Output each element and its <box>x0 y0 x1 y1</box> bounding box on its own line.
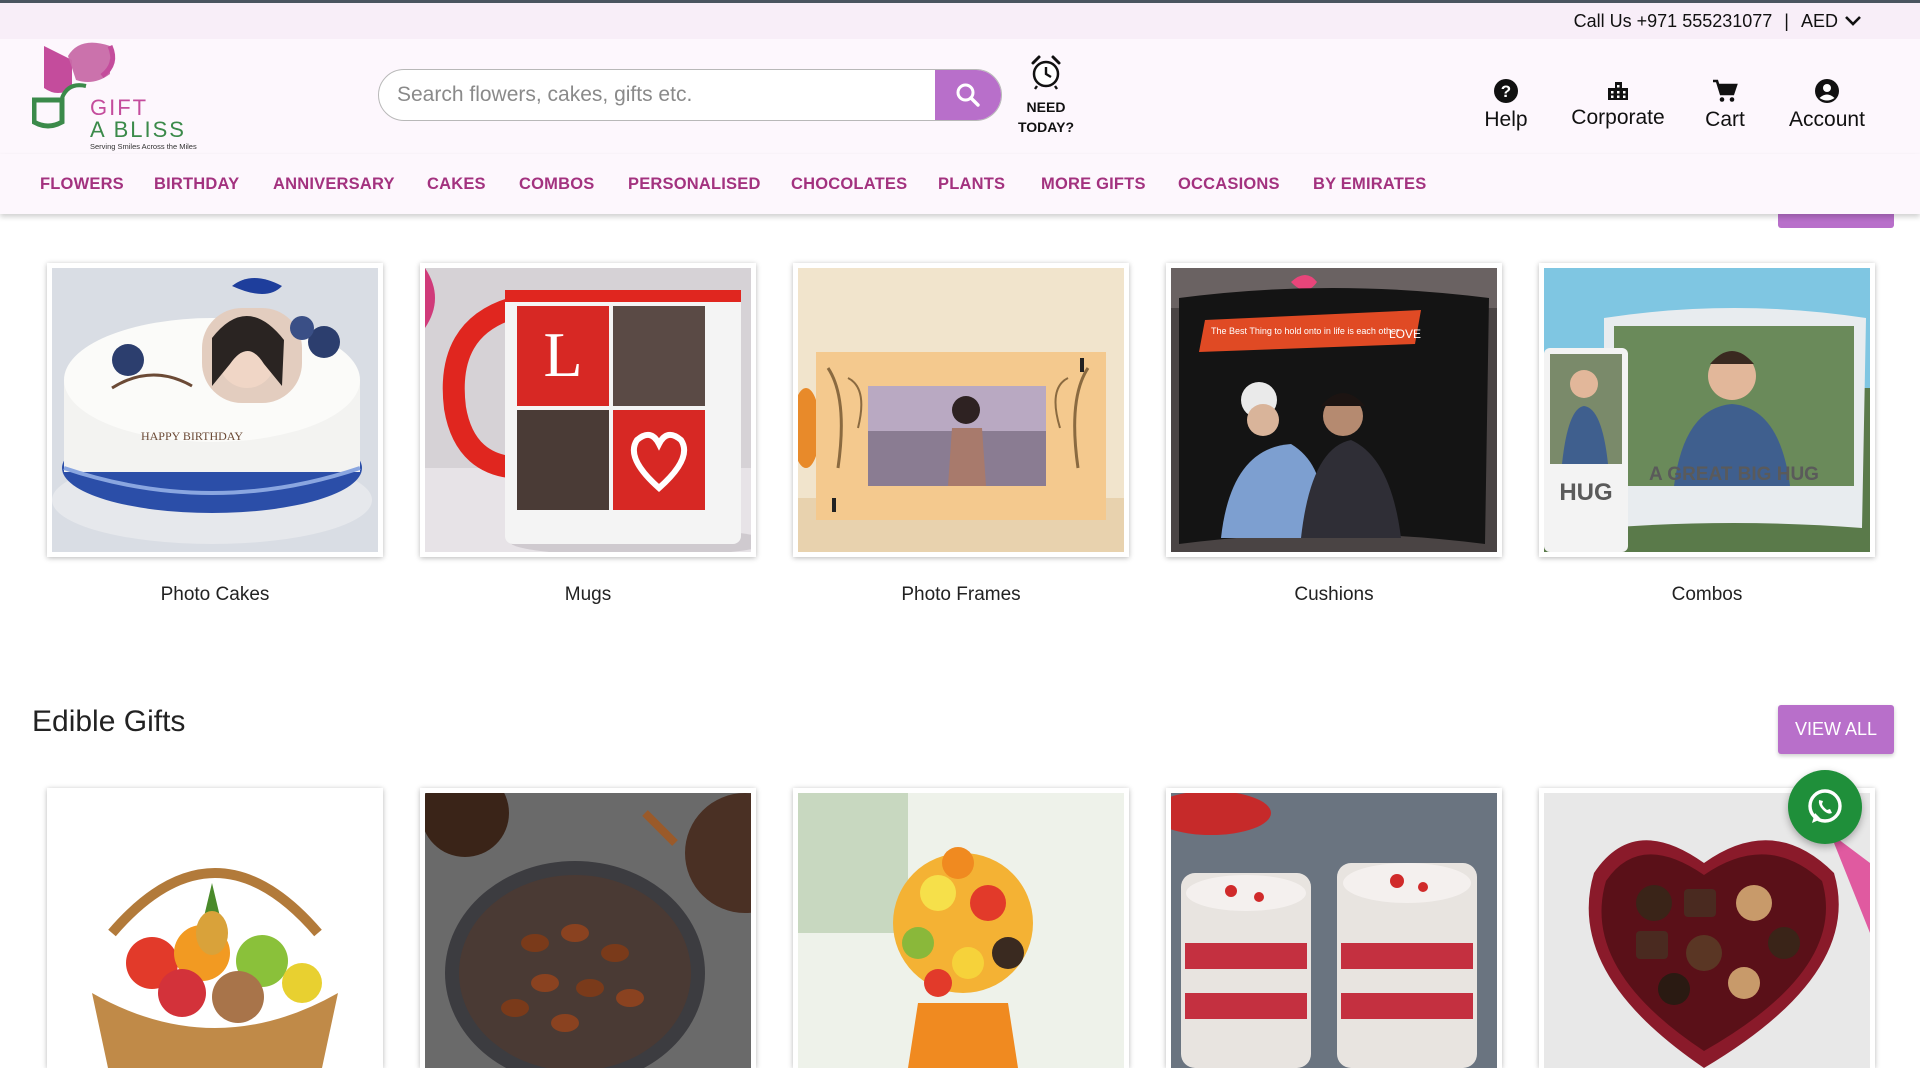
cushions-image: The Best Thing to hold onto in life is e… <box>1171 268 1497 552</box>
cart-label: Cart <box>1705 108 1745 131</box>
photo-cakes-image: HAPPY BIRTHDAY <box>52 268 378 552</box>
alarm-clock-icon <box>1031 55 1061 90</box>
nav-anniversary[interactable]: ANNIVERSARY <box>273 154 395 214</box>
help-label: Help <box>1484 108 1528 131</box>
nav-chocolates[interactable]: CHOCOLATES <box>791 154 907 214</box>
photo-frames-image <box>798 268 1124 552</box>
mugs-image: L <box>425 268 751 552</box>
account-link[interactable]: Account <box>1782 78 1872 132</box>
cake-inscription: HAPPY BIRTHDAY <box>141 429 243 443</box>
call-us-text[interactable]: Call Us +971 555231077 <box>1574 3 1773 39</box>
contact-info: Call Us +971 555231077 | AED <box>1574 3 1862 39</box>
cart-icon <box>1713 79 1738 102</box>
product-card-combos[interactable]: A GREAT BIG HUG HUG <box>1539 263 1875 557</box>
separator: | <box>1784 11 1789 31</box>
main-nav: FLOWERS BIRTHDAY ANNIVERSARY CAKES COMBO… <box>0 154 1920 214</box>
top-bar: Call Us +971 555231077 | AED <box>0 3 1920 39</box>
search-icon <box>956 83 980 107</box>
combo-mug-text: HUG <box>1559 479 1612 506</box>
search-button[interactable] <box>935 70 1001 120</box>
logo-graphic: GIFT A BLISS Serving Smiles Across the M… <box>31 42 197 151</box>
currency-label: AED <box>1800 11 1838 31</box>
building-icon <box>1608 82 1628 100</box>
nav-more-gifts[interactable]: MORE GIFTS <box>1041 154 1146 214</box>
view-all-button[interactable]: VIEW ALL <box>1778 705 1894 754</box>
cushion-quote: The Best Thing to hold onto in life is e… <box>1211 326 1399 336</box>
need-today-button[interactable]: NEED TODAY? <box>1006 54 1086 137</box>
help-icon: ? <box>1494 79 1518 103</box>
product-card-photo-frames[interactable] <box>793 263 1129 557</box>
chevron-down-icon <box>1845 16 1861 26</box>
whatsapp-icon <box>1808 789 1842 823</box>
red-velvet-jars-image <box>1171 793 1497 1068</box>
product-card-photo-cakes[interactable]: HAPPY BIRTHDAY <box>47 263 383 557</box>
dates-image <box>425 793 751 1068</box>
corporate-label: Corporate <box>1571 106 1665 129</box>
combo-cushion-text: A GREAT BIG HUG <box>1649 464 1819 485</box>
nav-birthday[interactable]: BIRTHDAY <box>154 154 239 214</box>
nav-personalised[interactable]: PERSONALISED <box>628 154 761 214</box>
account-icon <box>1815 79 1839 103</box>
whatsapp-button[interactable] <box>1788 770 1862 844</box>
cushion-love: LOVE <box>1389 327 1421 341</box>
product-caption: Mugs <box>564 584 612 605</box>
product-caption: Photo Cakes <box>160 584 270 605</box>
cart-link[interactable]: Cart <box>1700 78 1750 132</box>
product-caption: Cushions <box>1294 584 1374 605</box>
account-label: Account <box>1789 108 1865 131</box>
fruit-basket-image <box>52 793 378 1068</box>
svg-text:?: ? <box>1501 82 1511 101</box>
section-title: Edible Gifts <box>32 705 186 738</box>
fruit-bouquet-image <box>798 793 1124 1068</box>
nav-flowers[interactable]: FLOWERS <box>40 154 124 214</box>
help-link[interactable]: ? Help <box>1480 78 1532 132</box>
currency-selector[interactable]: AED <box>1801 3 1862 39</box>
nav-by-emirates[interactable]: BY EMIRATES <box>1313 154 1426 214</box>
product-card-cushions[interactable]: The Best Thing to hold onto in life is e… <box>1166 263 1502 557</box>
logo-text-abliss: A BLISS <box>90 117 186 142</box>
edible-card-dates[interactable] <box>420 788 756 1068</box>
search-input[interactable] <box>379 70 934 120</box>
edible-card-fruit-basket[interactable] <box>47 788 383 1068</box>
combos-image: A GREAT BIG HUG HUG <box>1544 268 1870 552</box>
product-card-mugs[interactable]: L <box>420 263 756 557</box>
nav-occasions[interactable]: OCCASIONS <box>1178 154 1280 214</box>
logo-tagline: Serving Smiles Across the Miles <box>90 142 197 151</box>
nav-cakes[interactable]: CAKES <box>427 154 486 214</box>
need-today-line2: TODAY? <box>1017 119 1074 135</box>
corporate-link[interactable]: Corporate <box>1568 78 1668 130</box>
site-logo[interactable]: GIFT A BLISS Serving Smiles Across the M… <box>31 40 202 155</box>
product-caption: Combos <box>1671 584 1743 605</box>
nav-plants[interactable]: PLANTS <box>938 154 1005 214</box>
mug-letter: L <box>543 319 582 390</box>
search-bar <box>378 69 1002 121</box>
product-caption: Photo Frames <box>901 584 1021 605</box>
edible-card-fruit-bouquet[interactable] <box>793 788 1129 1068</box>
edible-card-red-velvet-jars[interactable] <box>1166 788 1502 1068</box>
need-today-line1: NEED <box>1026 99 1066 115</box>
nav-combos[interactable]: COMBOS <box>519 154 594 214</box>
